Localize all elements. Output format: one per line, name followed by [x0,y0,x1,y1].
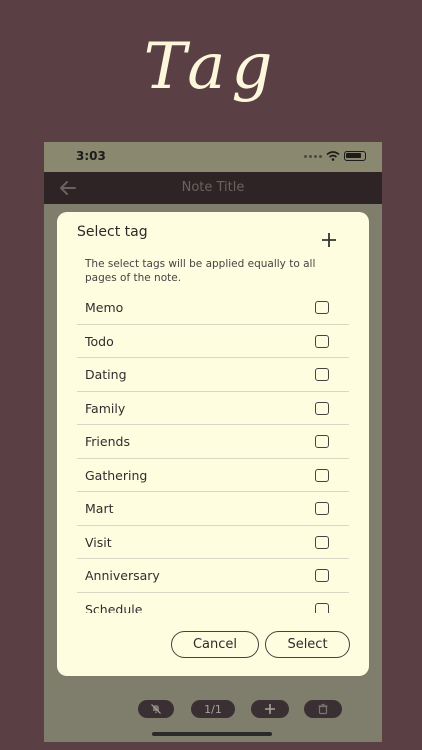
tag-row[interactable]: Schedule [77,593,349,614]
tag-checkbox[interactable] [315,401,329,415]
signal-icon [304,154,322,158]
tag-row[interactable]: Todo [77,325,349,358]
page-indicator[interactable]: 1/1 [191,700,235,718]
tag-checkbox[interactable] [315,368,329,381]
tag-row[interactable]: Mart [77,492,349,526]
tag-label: Mart [85,501,114,516]
tag-checkbox[interactable] [315,334,329,348]
tag-label: Anniversary [85,568,160,583]
cancel-button[interactable]: Cancel [171,631,259,658]
select-button[interactable]: Select [265,631,350,658]
nav-bar: Note Title [44,172,382,204]
wifi-icon [326,151,340,161]
home-indicator [152,732,272,736]
tag-row[interactable]: Friends [77,425,349,459]
tag-label: Family [85,400,126,416]
tag-label: Todo [85,333,114,349]
tag-list: Memo Todo Dating Family Friends Gatherin… [77,291,349,613]
add-page-button[interactable] [251,700,289,718]
dialog-title: Select tag [77,224,148,240]
tag-checkbox[interactable] [315,569,329,582]
tag-row[interactable]: Gathering [77,459,349,492]
tag-checkbox[interactable] [315,602,329,613]
add-tag-icon[interactable] [321,232,337,248]
tag-label: Visit [85,534,112,550]
tag-row[interactable]: Visit [77,526,349,559]
select-tag-dialog: Select tag The select tags will be appli… [57,212,369,676]
tag-row[interactable]: Anniversary [77,559,349,593]
tag-label: Dating [85,367,127,382]
tag-checkbox[interactable] [315,468,329,482]
tag-checkbox[interactable] [315,535,329,549]
tag-label: Schedule [85,601,143,614]
bottom-toolbar: 1/1 [44,698,382,724]
status-bar: 3:03 [44,142,382,172]
battery-icon [344,151,366,161]
tag-checkbox[interactable] [315,502,329,515]
delete-page-button[interactable] [304,700,342,718]
tag-row[interactable]: Family [77,392,349,425]
note-title: Note Title [181,180,245,195]
bell-off-icon [151,704,161,714]
tag-label: Friends [85,434,130,449]
hero-title: Tag [143,30,279,104]
dialog-description: The select tags will be applied equally … [85,258,316,284]
tag-label: Memo [85,300,124,315]
tag-label: Gathering [85,467,148,483]
tag-checkbox[interactable] [315,301,329,314]
status-icons [304,151,366,161]
status-time: 3:03 [76,149,106,163]
tag-checkbox[interactable] [315,435,329,448]
trash-icon [318,703,328,715]
mute-button[interactable] [138,700,174,718]
tag-row[interactable]: Memo [77,291,349,325]
plus-icon [265,704,275,714]
tag-row[interactable]: Dating [77,358,349,392]
